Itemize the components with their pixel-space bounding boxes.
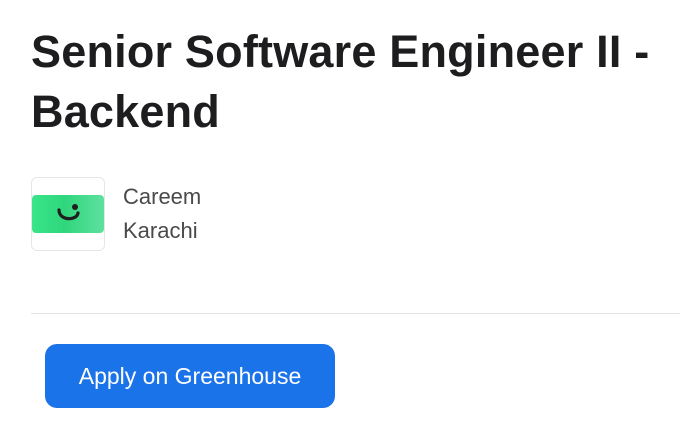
careem-smile-icon [32, 195, 104, 233]
company-name: Careem [123, 184, 202, 209]
apply-button[interactable]: Apply on Greenhouse [45, 344, 335, 408]
company-info: Careem Karachi [31, 175, 201, 253]
job-location: Karachi [123, 218, 198, 243]
divider [31, 313, 680, 314]
smile-icon-glyph [57, 204, 80, 221]
job-title: Senior Software Engineer II - Backend [31, 26, 650, 137]
company-logo [31, 177, 105, 251]
company-meta: Careem Karachi [123, 177, 201, 251]
